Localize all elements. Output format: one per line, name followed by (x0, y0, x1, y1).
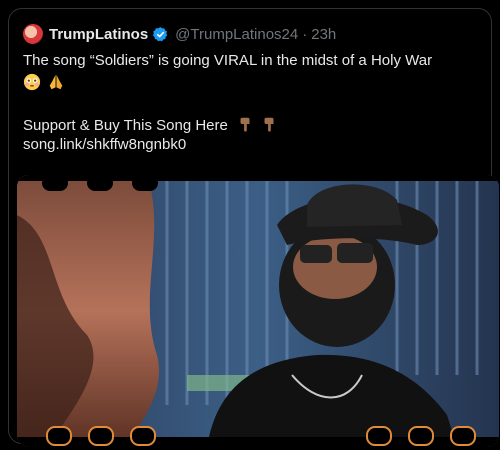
tweet-text-line1: The song “Soldiers” is going VIRAL in th… (23, 52, 433, 69)
verified-badge-icon (153, 26, 168, 41)
timestamp[interactable]: 23h (311, 26, 336, 43)
author-name[interactable]: TrumpLatinos (49, 26, 148, 43)
avatar[interactable] (23, 24, 43, 44)
song-link[interactable]: song.link/shkffw8ngnbk0 (23, 135, 493, 155)
support-text: Support & Buy This Song Here (23, 117, 228, 134)
separator-dot: · (302, 25, 308, 43)
pointing-down-icon (240, 117, 250, 132)
tweet-header: TrumpLatinos @TrumpLatinos24 · 23h (23, 23, 336, 45)
tweet-media-image[interactable] (17, 175, 499, 447)
flushed-face-icon (23, 73, 41, 91)
emoji-row (23, 73, 493, 94)
tweet-card[interactable]: TrumpLatinos @TrumpLatinos24 · 23h The s… (8, 8, 499, 447)
tweet-text-line2: Support & Buy This Song Here (23, 115, 493, 136)
pointing-down-icon (264, 117, 274, 132)
folded-hands-icon (49, 74, 63, 90)
author-handle[interactable]: @TrumpLatinos24 (175, 26, 298, 43)
media-illustration (17, 175, 499, 447)
